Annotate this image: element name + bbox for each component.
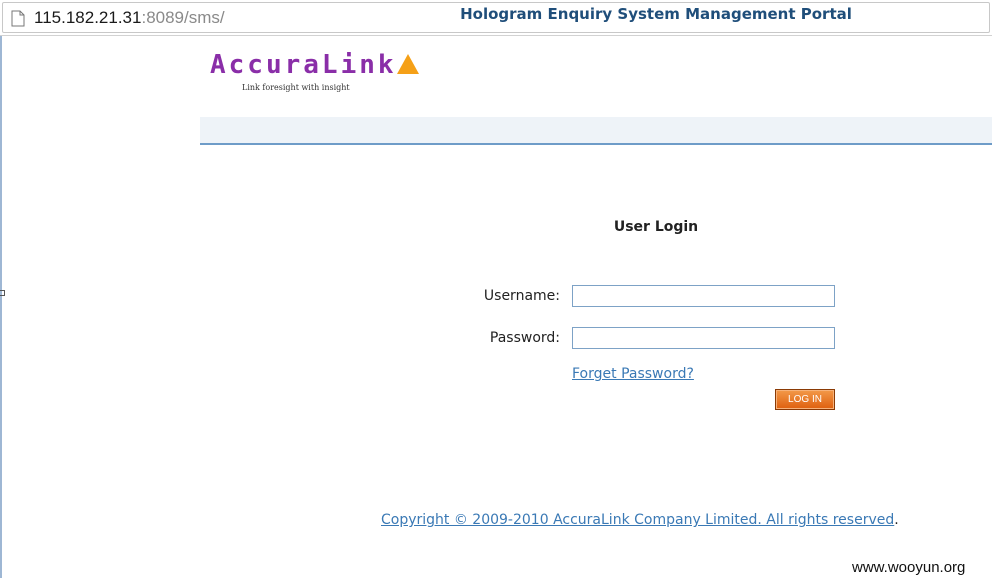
footer-copyright: Copyright © 2009-2010 AccuraLink Company… <box>381 512 899 528</box>
watermark: www.wooyun.org <box>852 559 966 576</box>
login-button[interactable]: LOG IN <box>775 389 835 410</box>
password-label: Password: <box>489 330 560 346</box>
page-icon <box>11 10 25 27</box>
copyright-link[interactable]: Copyright © 2009-2010 AccuraLink Company… <box>381 512 894 528</box>
password-input[interactable] <box>572 327 835 349</box>
username-input[interactable] <box>572 285 835 307</box>
logo: AccuraLink Link foresight with insight <box>210 50 419 92</box>
url-host: 115.182.21.31 <box>34 8 142 27</box>
copyright-period: . <box>894 512 899 528</box>
triangle-logo-icon <box>397 54 419 74</box>
window-left-edge <box>0 36 2 578</box>
window-edge-marker <box>0 290 5 296</box>
url-text: 115.182.21.31:8089/sms/ <box>34 8 225 28</box>
logo-tagline: Link foresight with insight <box>242 83 350 92</box>
logo-text: AccuraLink <box>210 50 397 80</box>
login-title: User Login <box>613 219 699 235</box>
username-label: Username: <box>483 288 560 304</box>
header-band <box>200 117 992 145</box>
page-title: Hologram Enquiry System Management Porta… <box>460 5 852 23</box>
forget-password-link[interactable]: Forget Password? <box>572 366 694 382</box>
